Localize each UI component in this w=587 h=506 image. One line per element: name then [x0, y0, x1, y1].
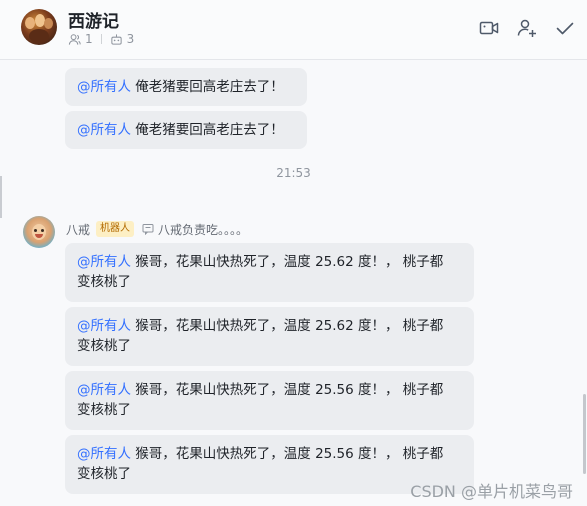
message-text-line2: 变核桃了 — [77, 274, 131, 290]
chat-header: 西游记 1 3 — [0, 0, 587, 60]
panel-edge — [0, 176, 2, 218]
mention-all[interactable]: @所有人 — [77, 254, 131, 270]
group-meta: 1 3 — [68, 32, 134, 46]
done-button[interactable] — [554, 17, 576, 39]
message-text: 俺老猪要回高老庄去了！ — [131, 79, 284, 95]
message-text-line2: 变核桃了 — [77, 402, 131, 418]
time-separator: 21:53 — [276, 166, 311, 180]
group-avatar[interactable] — [21, 9, 57, 45]
mention-all[interactable]: @所有人 — [77, 446, 131, 462]
mention-all[interactable]: @所有人 — [77, 122, 131, 138]
add-member-icon — [517, 19, 536, 37]
video-call-icon — [479, 21, 499, 35]
group-title: 西游记 — [68, 12, 119, 32]
message-bubble[interactable]: @所有人 俺老猪要回高老庄去了！ — [65, 68, 307, 106]
mention-all[interactable]: @所有人 — [77, 382, 131, 398]
message-text: 俺老猪要回高老庄去了！ — [131, 122, 284, 138]
robot-icon — [110, 33, 122, 45]
mention-all[interactable]: @所有人 — [77, 318, 131, 334]
bot-count: 3 — [126, 32, 135, 46]
scrollbar[interactable] — [583, 394, 586, 474]
sender-name[interactable]: 八戒 — [66, 221, 90, 238]
sender-status: 八戒负责吃。。。。 — [158, 222, 249, 237]
check-icon — [556, 22, 574, 35]
message-text: 猴哥，花果山快热死了，温度 25.56 度！， 桃子都 — [131, 382, 444, 398]
person-icon — [68, 33, 81, 45]
meta-divider — [100, 34, 102, 44]
message-text-line2: 变核桃了 — [77, 466, 131, 482]
message-bubble[interactable]: @所有人 猴哥，花果山快热死了，温度 25.56 度！， 桃子都 变核桃了 — [65, 371, 474, 430]
member-count: 1 — [85, 32, 93, 46]
sender-info: 八戒 机器人 八戒负责吃。。。。 — [66, 220, 248, 238]
mention-all[interactable]: @所有人 — [77, 79, 131, 95]
message-bubble[interactable]: @所有人 猴哥，花果山快热死了，温度 25.62 度！， 桃子都 变核桃了 — [65, 307, 474, 366]
sender-avatar[interactable] — [23, 216, 55, 248]
bot-badge: 机器人 — [96, 221, 135, 237]
message-text-line2: 变核桃了 — [77, 338, 131, 354]
add-member-button[interactable] — [516, 17, 538, 39]
message-bubble[interactable]: @所有人 俺老猪要回高老庄去了！ — [65, 111, 307, 149]
message-text: 猴哥，花果山快热死了，温度 25.62 度！， 桃子都 — [131, 254, 444, 270]
watermark: CSDN @单片机菜鸟哥 — [410, 482, 573, 501]
message-text: 猴哥，花果山快热死了，温度 25.56 度！， 桃子都 — [131, 446, 444, 462]
video-call-button[interactable] — [478, 17, 500, 39]
comment-icon — [142, 224, 154, 235]
message-text: 猴哥，花果山快热死了，温度 25.62 度！， 桃子都 — [131, 318, 444, 334]
message-bubble[interactable]: @所有人 猴哥，花果山快热死了，温度 25.62 度！， 桃子都 变核桃了 — [65, 243, 474, 302]
